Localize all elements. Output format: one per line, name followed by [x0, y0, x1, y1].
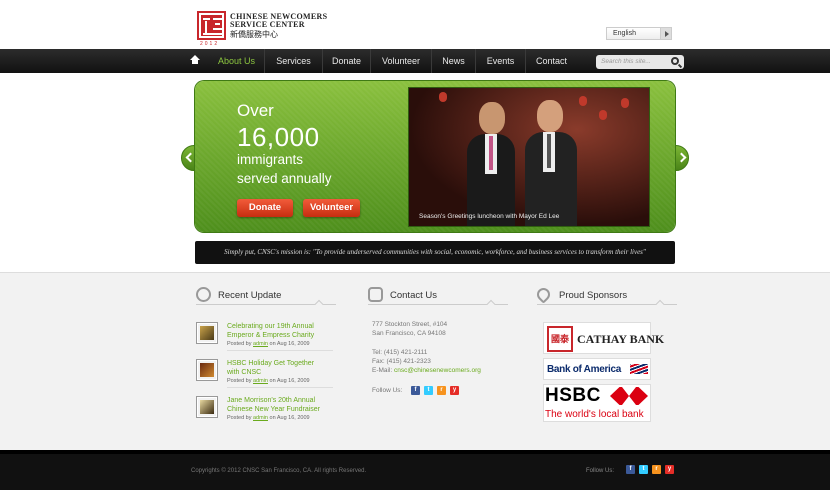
hero-photo-caption: Season's Greetings luncheon with Mayor E…	[419, 213, 560, 220]
logo-chinese-text: 新僑服務中心	[230, 30, 278, 39]
nav-item-events[interactable]: Events	[475, 49, 525, 73]
site-header: 2012 CHINESE NEWCOMERS SERVICE CENTER 新僑…	[0, 0, 830, 49]
hsbc-hexagon-icon	[610, 387, 648, 405]
news-thumbnail[interactable]	[196, 359, 218, 381]
youtube-icon[interactable]: y	[450, 386, 459, 395]
news-thumbnail[interactable]	[196, 396, 218, 418]
author-link[interactable]: admin	[253, 415, 268, 421]
hero-line-1: Over	[237, 101, 274, 120]
sponsor-cathay-bank[interactable]: 國泰 CATHAY BANK	[543, 322, 664, 354]
main-nav: About Us Services Donate Volunteer News …	[0, 49, 830, 73]
contact-heading: Contact Us	[368, 287, 508, 309]
list-item[interactable]: HSBC Holiday Get Together with CNSC Poste…	[196, 359, 336, 389]
news-meta: Posted by admin on Aug 16, 2009	[227, 415, 310, 421]
author-link[interactable]: admin	[253, 378, 268, 384]
cathay-seal-icon: 國泰	[547, 326, 573, 352]
logo-text: CHINESE NEWCOMERS SERVICE CENTER	[230, 12, 328, 29]
broadcast-icon	[196, 287, 211, 302]
author-link[interactable]: admin	[253, 341, 268, 347]
list-item[interactable]: Celebrating our 19th Annual Emperor & Emp…	[196, 322, 336, 352]
logo-seal-icon	[197, 11, 226, 40]
contact-phone: Tel: (415) 421-2111 Fax: (415) 421-2323 …	[372, 349, 481, 374]
chat-icon	[368, 287, 383, 302]
boa-flag-icon	[630, 364, 648, 374]
hero-line-4: served annually	[237, 171, 332, 186]
nav-item-news[interactable]: News	[431, 49, 475, 73]
news-title[interactable]: Jane Morrison's 20th Annual Chinese New Y…	[227, 396, 320, 414]
hero-stat: 16,000	[237, 122, 320, 152]
copyright: Copyrights © 2012 CNSC San Francisco, CA…	[191, 468, 367, 474]
rss-icon[interactable]: r	[437, 386, 446, 395]
sponsors-heading: Proud Sponsors	[534, 285, 677, 309]
hero-slider: Over 16,000 immigrants served annually D…	[195, 81, 675, 232]
follow-label: Follow Us:	[372, 387, 403, 394]
rss-icon[interactable]: r	[652, 465, 661, 474]
twitter-icon[interactable]: t	[639, 465, 648, 474]
heart-icon	[534, 285, 553, 304]
news-meta: Posted by admin on Aug 16, 2009	[227, 378, 310, 384]
site-footer: Copyrights © 2012 CNSC San Francisco, CA…	[0, 450, 830, 490]
hero-photo: Season's Greetings luncheon with Mayor E…	[408, 87, 650, 227]
news-title[interactable]: Celebrating our 19th Annual Emperor & Emp…	[227, 322, 314, 340]
sponsor-hsbc[interactable]: HSBC The world's local bank	[543, 384, 651, 422]
logo-year: 2012	[200, 41, 220, 47]
nav-item-services[interactable]: Services	[264, 49, 322, 73]
news-title[interactable]: HSBC Holiday Get Together with CNSC	[227, 359, 314, 377]
nav-item-about-us[interactable]: About Us	[209, 49, 264, 73]
mission-statement: Simply put, CNSC's mission is: "To provi…	[195, 241, 675, 264]
search-input[interactable]: Search this site...	[596, 55, 684, 69]
youtube-icon[interactable]: y	[665, 465, 674, 474]
nav-item-volunteer[interactable]: Volunteer	[370, 49, 431, 73]
sponsor-bank-of-america[interactable]: Bank of America	[543, 358, 651, 380]
recent-update-heading: Recent Update	[196, 287, 336, 309]
chevron-right-icon[interactable]	[660, 28, 671, 39]
home-icon[interactable]	[190, 55, 200, 65]
email-link[interactable]: cnsc@chinesenewcomers.org	[394, 367, 481, 374]
donate-button[interactable]: Donate	[237, 199, 293, 217]
nav-item-donate[interactable]: Donate	[322, 49, 370, 73]
slider-prev-button[interactable]	[181, 145, 195, 171]
facebook-icon[interactable]: f	[411, 386, 420, 395]
list-item[interactable]: Jane Morrison's 20th Annual Chinese New Y…	[196, 396, 336, 426]
nav-item-contact[interactable]: Contact	[525, 49, 577, 73]
news-thumbnail[interactable]	[196, 322, 218, 344]
logo[interactable]: 2012 CHINESE NEWCOMERS SERVICE CENTER 新僑…	[197, 11, 327, 47]
language-select[interactable]: English	[606, 27, 672, 40]
news-meta: Posted by admin on Aug 16, 2009	[227, 341, 310, 347]
search-icon[interactable]	[671, 57, 679, 65]
twitter-icon[interactable]: t	[424, 386, 433, 395]
facebook-icon[interactable]: f	[626, 465, 635, 474]
footer-follow-label: Follow Us:	[586, 468, 615, 474]
hero-line-3: immigrants	[237, 152, 304, 167]
volunteer-button[interactable]: Volunteer	[303, 199, 360, 217]
slider-next-button[interactable]	[675, 145, 689, 171]
contact-address: 777 Stockton Street, #104 San Francisco,…	[372, 321, 448, 337]
